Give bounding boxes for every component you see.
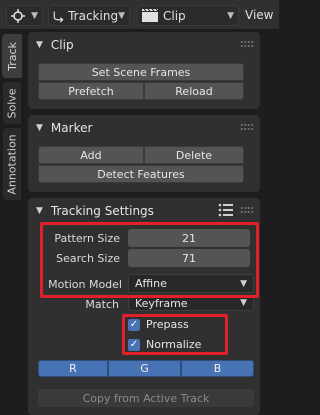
prepass-checkbox[interactable]: ✓ Prepass xyxy=(128,318,189,331)
crosshair-icon xyxy=(11,8,25,23)
tab-track[interactable]: Track xyxy=(2,34,22,78)
clip-panel-header[interactable]: ▼ Clip xyxy=(36,32,74,58)
panel-title: Tracking Settings xyxy=(50,204,154,218)
detect-features-button[interactable]: Detect Features xyxy=(38,165,244,183)
normalize-label: Normalize xyxy=(146,338,202,351)
search-size-field[interactable]: 71 xyxy=(128,249,250,267)
motion-model-dropdown[interactable]: Affine ▼ xyxy=(128,274,254,293)
chevron-down-icon: ▼ xyxy=(36,206,43,216)
mode-dropdown[interactable]: Tracking ▼ xyxy=(48,5,130,26)
chevron-down-icon: ▼ xyxy=(240,278,247,289)
channel-b-toggle[interactable]: B xyxy=(181,360,254,377)
normalize-checkbox[interactable]: ✓ Normalize xyxy=(128,338,201,351)
clip-dropdown[interactable]: Clip ▼ xyxy=(137,5,239,26)
drag-grip-icon[interactable] xyxy=(240,206,254,214)
reload-button[interactable]: Reload xyxy=(144,82,244,100)
sidebar-tabs: Track Solve Annotation xyxy=(0,30,24,415)
prefetch-button[interactable]: Prefetch xyxy=(38,82,144,100)
clip-panel: ▼ Clip Set Scene Frames Prefetch Reload xyxy=(28,32,260,109)
pattern-size-field[interactable]: 21 xyxy=(128,229,250,247)
chevron-down-icon: ▼ xyxy=(36,123,43,133)
chevron-down-icon: ▼ xyxy=(36,40,43,50)
copy-from-active-track-button[interactable]: Copy from Active Track xyxy=(38,389,254,407)
tracking-settings-header[interactable]: ▼ Tracking Settings xyxy=(36,198,154,224)
prepass-label: Prepass xyxy=(146,318,189,331)
match-value: Keyframe xyxy=(135,296,188,310)
chevron-down-icon: ▼ xyxy=(118,10,125,21)
motion-model-label: Motion Model xyxy=(48,278,122,291)
clip-icon xyxy=(142,8,159,22)
drag-grip-icon[interactable] xyxy=(240,40,254,48)
pattern-size-label: Pattern Size xyxy=(54,232,120,245)
channel-g-toggle[interactable]: G xyxy=(108,360,181,377)
motion-model-value: Affine xyxy=(135,277,167,290)
chevron-down-icon: ▼ xyxy=(240,298,247,308)
view-menu[interactable]: View xyxy=(245,8,273,22)
panel-title: Clip xyxy=(50,38,74,52)
marker-panel: ▼ Marker Add Delete Detect Features xyxy=(28,115,260,192)
checkmark-icon: ✓ xyxy=(128,338,140,351)
clip-label: Clip xyxy=(163,8,186,23)
chevron-down-icon: ▼ xyxy=(31,10,38,21)
match-dropdown[interactable]: Keyframe ▼ xyxy=(128,295,254,311)
checkmark-icon: ✓ xyxy=(128,318,140,331)
add-marker-button[interactable]: Add xyxy=(38,146,144,164)
presets-list-icon[interactable] xyxy=(218,203,234,217)
search-size-label: Search Size xyxy=(56,252,120,265)
chevron-down-icon: ▼ xyxy=(227,10,234,21)
tab-solve[interactable]: Solve xyxy=(3,82,21,124)
tool-menu[interactable]: ▼ xyxy=(6,5,43,26)
channel-r-toggle[interactable]: R xyxy=(38,360,108,377)
tracking-icon xyxy=(53,10,64,22)
tab-annotation[interactable]: Annotation xyxy=(3,128,21,200)
delete-marker-button[interactable]: Delete xyxy=(144,146,244,164)
mode-label: Tracking xyxy=(68,8,119,23)
marker-panel-header[interactable]: ▼ Marker xyxy=(36,115,92,141)
panel-title: Marker xyxy=(50,121,93,135)
match-label: Match xyxy=(85,298,119,311)
drag-grip-icon[interactable] xyxy=(240,123,254,131)
editor-header: ▼ Tracking ▼ Clip ▼ View xyxy=(0,0,279,30)
set-scene-frames-button[interactable]: Set Scene Frames xyxy=(38,63,244,81)
